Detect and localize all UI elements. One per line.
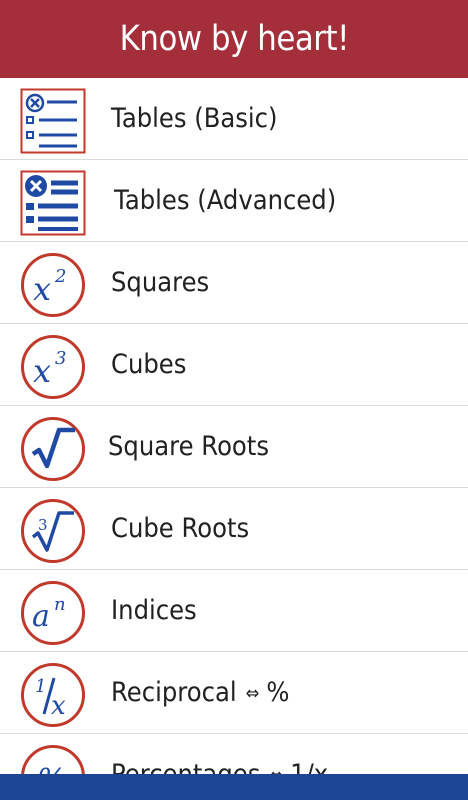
double-arrow-icon: ⇔ [245,683,260,704]
square-root-icon [21,417,85,481]
svg-text:n: n [54,594,66,615]
topic-list: Tables (Basic) Tables (Advanced) x 2 Squ… [0,78,468,775]
a-power-n-icon: a n [21,581,85,645]
svg-text:x: x [33,352,51,390]
list-item-tables-advanced[interactable]: Tables (Advanced) [0,160,468,242]
svg-text:3: 3 [55,348,66,369]
list-item-label: Indices [111,595,197,626]
list-item-label: Cubes [111,349,187,380]
cube-root-icon: 3 [21,499,85,563]
svg-text:1: 1 [35,676,46,697]
svg-text:2: 2 [54,266,66,287]
percentage-icon: % [21,745,85,775]
x-squared-icon: x 2 [21,253,85,317]
svg-text:3: 3 [38,516,48,534]
list-item-label: Tables (Basic) [111,103,278,134]
app-header: Know by heart! [0,0,468,78]
list-item-cubes[interactable]: x 3 Cubes [0,324,468,406]
svg-text:x: x [51,691,66,721]
list-item-cube-roots[interactable]: 3 Cube Roots [0,488,468,570]
list-item-indices[interactable]: a n Indices [0,570,468,652]
reciprocal-suffix-label: 1/x [290,759,329,775]
list-item-label: Percentages⇔1/x [111,734,328,775]
list-item-square-roots[interactable]: Square Roots [0,406,468,488]
percent-label: % [266,677,290,708]
table-advanced-icon [20,170,86,236]
svg-text:x: x [33,270,51,308]
x-cubed-icon: x 3 [21,335,85,399]
list-item-label: Squares [111,267,210,298]
table-basic-icon [20,88,86,154]
reciprocal-label: Reciprocal [111,677,237,708]
svg-text:a: a [32,599,50,634]
list-item-label: Cube Roots [111,513,250,544]
reciprocal-icon: 1 x [21,663,85,727]
percentages-label: Percentages [111,759,261,775]
list-item-squares[interactable]: x 2 Squares [0,242,468,324]
list-item-label: Reciprocal ⇔% [111,652,289,733]
list-item-label: Square Roots [108,431,269,462]
list-item-reciprocal[interactable]: 1 x Reciprocal ⇔% [0,652,468,734]
list-item-label: Tables (Advanced) [114,185,337,216]
list-item-tables-basic[interactable]: Tables (Basic) [0,78,468,160]
bottom-bar [0,774,468,800]
list-item-percentages[interactable]: % Percentages⇔1/x [0,734,468,775]
page-title: Know by heart! [119,19,349,59]
